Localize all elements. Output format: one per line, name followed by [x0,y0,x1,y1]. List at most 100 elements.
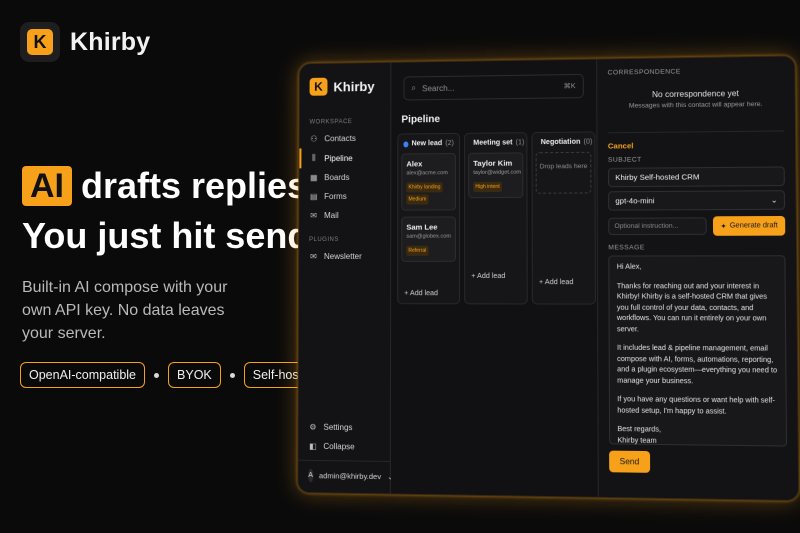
sidebar-item-collapse[interactable]: ◧ Collapse [298,437,390,457]
sidebar-item-label: Collapse [323,441,355,452]
column-new-lead[interactable]: New lead (2) Alex alex@acme.com Khirby l… [397,132,461,305]
instruction-input[interactable]: Optional instruction... [608,217,707,236]
column-negotiation[interactable]: Negotiation (0) Drop leads here + Add le… [531,131,597,305]
sidebar-item-newsletter[interactable]: ✉ Newsletter [299,247,390,266]
collapse-icon: ◧ [309,441,317,451]
sidebar-item-label: Boards [324,172,350,183]
column-count: (1) [515,139,525,147]
sidebar-item-label: Pipeline [324,153,353,163]
sidebar-item-contacts[interactable]: ⚇ Contacts [299,129,390,149]
sidebar-item-mail[interactable]: ✉ Mail [299,206,390,225]
lead-card[interactable]: Sam Lee sam@globex.com Referral [401,216,456,262]
sidebar-logo-icon: K [309,77,328,96]
add-lead-button[interactable]: + Add lead [401,268,456,297]
subcopy: Built-in AI compose with your own API ke… [22,279,228,342]
cancel-button[interactable]: Cancel [607,130,785,151]
user-menu[interactable]: A admin@khirby.dev ⌄ [298,459,394,486]
sparkle-icon: ✦ [720,222,727,231]
ai-badge: AI [22,166,72,206]
app-window: K Khirby WORKSPACE ⚇ Contacts ⫼ Pipeline… [297,55,800,502]
feature-chips: OpenAI-compatible BYOK Self-hosted [20,362,325,388]
sidebar-item-pipeline[interactable]: ⫼ Pipeline [299,147,391,169]
drop-zone[interactable]: Drop leads here [535,151,592,194]
pipeline-panel: ⌕ Search... ⌘K Pipeline New lead (2) Ale… [390,59,599,497]
sidebar-section-plugins: PLUGINS [309,236,339,244]
brand-name: Khirby [70,27,151,56]
boards-icon: ▦ [309,173,318,183]
message-paragraph: It includes lead & pipeline management, … [617,344,778,385]
model-value: gpt-4o-mini [615,196,655,206]
message-signature: Khirby team [617,436,657,445]
subject-field[interactable]: Khirby Self-hosted CRM [607,166,785,188]
sidebar-item-forms[interactable]: ▤ Forms [299,187,390,207]
user-email: admin@khirby.dev [318,471,382,482]
message-paragraph: If you have any questions or want help w… [617,396,775,416]
message-body[interactable]: Hi Alex, Thanks for reaching out and you… [608,255,788,447]
search-input[interactable]: ⌕ Search... ⌘K [403,73,584,101]
search-placeholder: Search... [422,83,455,93]
pipeline-columns: New lead (2) Alex alex@acme.com Khirby l… [391,131,597,305]
lead-tag: High intent [473,181,502,193]
sidebar-item-label: Settings [323,422,353,433]
headline: AI drafts replies. You just hit send. [22,166,319,254]
add-lead-button[interactable]: + Add lead [536,193,592,286]
lead-name: Sam Lee [406,222,438,232]
generate-label: Generate draft [729,222,778,230]
column-title: Meeting set [473,139,513,147]
separator-dot [154,372,160,378]
lead-card[interactable]: Alex alex@acme.com Khirby landing Medium [401,152,456,211]
separator-dot [229,372,235,378]
subject-label: SUBJECT [607,156,642,164]
newsletter-icon: ✉ [310,251,317,262]
column-header: Meeting set (1) [468,137,525,153]
brand-logo: K Khirby [20,22,150,62]
gear-icon: ⚙ [309,422,317,432]
status-dot [403,140,409,147]
column-count: (0) [583,138,593,146]
logo-mark: K [20,22,60,62]
sidebar-item-label: Forms [324,191,347,202]
column-count: (2) [445,139,454,148]
chip-openai: OpenAI-compatible [20,362,146,388]
column-title: New lead [411,140,443,148]
headline-line1: drafts replies. [81,165,318,206]
message-label: MESSAGE [608,244,645,252]
forms-icon: ▤ [309,192,318,202]
avatar: A [308,468,313,483]
send-button[interactable]: Send [609,450,650,473]
no-correspondence-sub: Messages with this contact will appear h… [628,100,763,110]
page-title: Pipeline [401,114,441,126]
lead-email: sam@globex.com [406,233,452,240]
search-shortcut: ⌘K [563,83,576,91]
model-select[interactable]: gpt-4o-mini ⌄ [608,190,786,211]
sidebar-item-settings[interactable]: ⚙ Settings [298,417,390,437]
compose-panel: CORRESPONDENCE No correspondence yet Mes… [597,56,799,501]
lead-email: alex@acme.com [406,170,448,177]
search-icon: ⌕ [411,83,417,93]
sidebar: K Khirby WORKSPACE ⚇ Contacts ⫼ Pipeline… [298,62,394,494]
sidebar-item-boards[interactable]: ▦ Boards [299,168,390,188]
column-meeting-set[interactable]: Meeting set (1) Taylor Kim taylor@widget… [464,132,528,305]
pipeline-icon: ⫼ [311,153,316,163]
lead-card[interactable]: Taylor Kim taylor@widget.com High intent [468,152,524,199]
lead-name: Alex [406,159,423,169]
lead-tag: Referral [406,245,429,256]
chip-byok: BYOK [168,362,221,388]
sidebar-item-label: Mail [324,210,339,221]
lead-email: taylor@widget.com [473,169,522,176]
column-header: New lead (2) [401,138,456,154]
column-title: Negotiation [540,138,581,147]
lead-tag: Medium [406,194,429,205]
mail-icon: ✉ [310,211,317,221]
sidebar-bottom: ⚙ Settings ◧ Collapse A admin@khirby.dev… [298,417,394,486]
add-lead-button[interactable]: + Add lead [468,204,523,280]
sidebar-title: Khirby [333,78,375,94]
lead-name: Taylor Kim [473,158,513,168]
logo-k-icon: K [27,29,53,55]
chevron-down-icon: ⌄ [770,195,778,205]
no-correspondence: No correspondence yet [651,88,739,100]
headline-line2: You just hit send. [22,215,320,256]
sidebar-brand[interactable]: K Khirby [300,63,391,108]
generate-draft-button[interactable]: ✦ Generate draft [712,215,786,236]
sidebar-item-label: Newsletter [323,251,362,261]
